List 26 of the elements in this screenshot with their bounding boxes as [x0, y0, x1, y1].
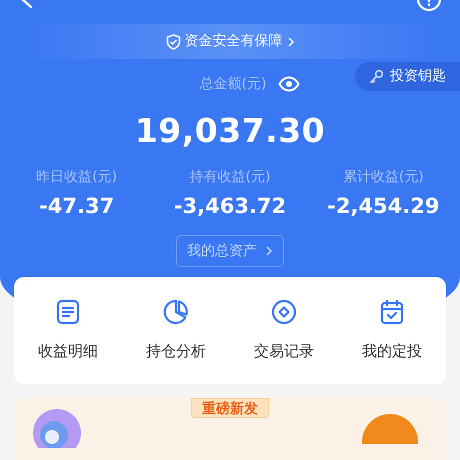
chevron-right-icon — [286, 36, 294, 48]
eye-icon[interactable] — [278, 76, 300, 92]
shortcut-item[interactable]: 持仓分析 — [122, 298, 230, 363]
coin-graphic-icon — [32, 408, 82, 448]
diamond-circle-icon — [270, 298, 298, 326]
total-label: 总金额(元) — [200, 74, 266, 94]
total-amount: 19,037.30 — [134, 110, 326, 152]
stat-label: 昨日收益(元) — [36, 168, 118, 187]
promo-sticker-icon — [362, 414, 418, 444]
stat-label: 持有收益(元) — [190, 168, 270, 187]
stat-value: -47.37 — [39, 193, 114, 219]
shield-check-icon — [166, 34, 180, 50]
stat-value: -3,463.72 — [174, 193, 286, 219]
shortcut-item[interactable]: 我的定投 — [338, 298, 446, 363]
safety-text: 资金安全有保障 — [184, 32, 282, 51]
shortcut-item[interactable]: 交易记录 — [230, 298, 338, 363]
shortcut-item[interactable]: 收益明细 — [14, 298, 122, 363]
chevron-right-icon — [265, 245, 273, 257]
stat-label: 累计收益(元) — [342, 168, 424, 187]
pie-chart-icon — [162, 298, 190, 326]
promo-badge: 重磅新发 — [191, 398, 269, 418]
key-icon — [369, 69, 384, 84]
document-icon — [54, 298, 82, 326]
investment-key-button[interactable]: 投资钥匙 — [355, 62, 460, 91]
stat-value: -2,454.29 — [327, 193, 440, 219]
calendar-check-icon — [378, 298, 406, 326]
